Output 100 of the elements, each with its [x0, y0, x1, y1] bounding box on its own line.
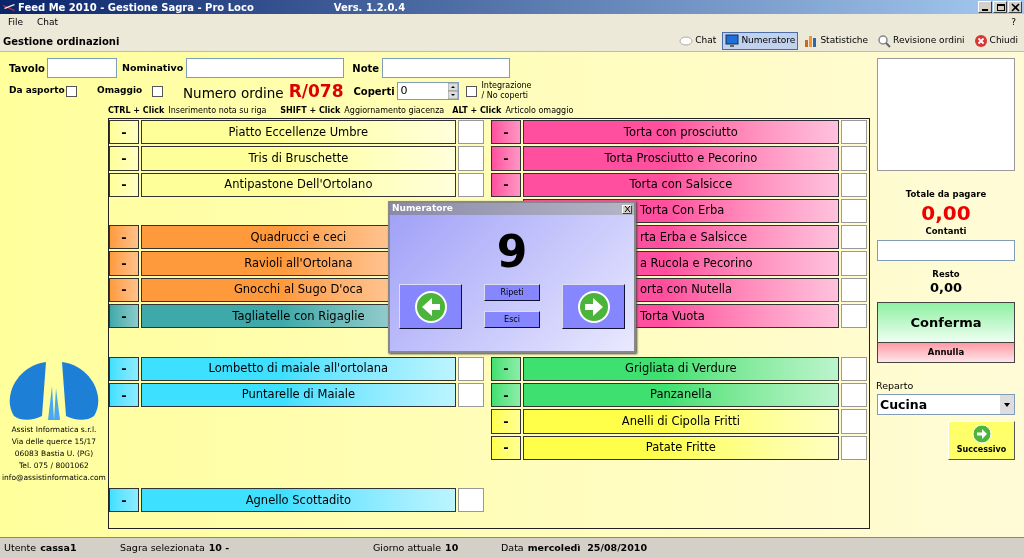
text-field[interactable]	[186, 58, 345, 78]
minimize-button[interactable]	[978, 1, 992, 13]
text-field[interactable]	[47, 58, 117, 78]
close-icon	[973, 34, 988, 48]
window-title: Feed Me 2010 - Gestione Sagra - Pro Loco	[18, 0, 254, 15]
status-label: Giorno attuale	[373, 540, 441, 555]
quantity-field[interactable]	[840, 225, 867, 250]
quantity-field[interactable]	[840, 146, 867, 171]
remove-button[interactable]: -	[490, 382, 521, 408]
remove-button[interactable]: -	[108, 488, 139, 513]
menu-item[interactable]: File	[8, 15, 24, 30]
shortcut-hint: Aggiornamento giacenza	[344, 105, 445, 117]
remove-button[interactable]: -	[490, 409, 521, 434]
toolbar-button[interactable]: Chat	[676, 32, 720, 50]
menu-item-button[interactable]: Torta con prosciutto	[522, 120, 839, 145]
quantity-field[interactable]	[457, 488, 484, 513]
menu-item-button[interactable]: Antipastone Dell'Ortolano	[140, 172, 456, 197]
toolbar-button[interactable]: Revisione ordini	[874, 32, 968, 50]
remove-button[interactable]: -	[108, 251, 139, 276]
chat-bubble-icon	[679, 34, 694, 48]
text-field[interactable]	[382, 58, 511, 78]
checkbox[interactable]	[152, 85, 163, 97]
spinner-field[interactable]: 0	[397, 82, 460, 100]
remove-button[interactable]: -	[490, 435, 521, 460]
menu-item-button[interactable]: Agnello Scottadito	[140, 488, 456, 513]
version-label: Vers. 1.2.0.4	[333, 0, 406, 15]
quantity-field[interactable]	[840, 304, 867, 329]
cash-label: Contanti	[925, 224, 967, 238]
field-label: Nominativo	[122, 60, 184, 75]
status-label: Sagra selezionata	[120, 540, 205, 555]
checkbox[interactable]	[466, 85, 478, 97]
quantity-field[interactable]	[840, 277, 867, 303]
quantity-field[interactable]	[840, 198, 867, 224]
remove-button[interactable]: -	[108, 172, 139, 197]
toolbar-button[interactable]: Numeratore	[722, 32, 799, 50]
spin-arrows-icon	[448, 83, 459, 99]
checkbox[interactable]	[66, 85, 77, 97]
cash-field[interactable]	[877, 239, 1015, 261]
remove-button[interactable]: -	[108, 304, 139, 329]
remove-button[interactable]: -	[490, 146, 521, 171]
maximize-button[interactable]	[993, 1, 1007, 13]
menu-item-button[interactable]: Grigliata di Verdure	[522, 356, 839, 381]
quantity-field[interactable]	[840, 435, 867, 460]
status-value: 10 -	[208, 540, 230, 555]
remove-button[interactable]: -	[108, 225, 139, 250]
menu-item-button[interactable]: Anelli di Cipolla Fritti	[522, 409, 839, 434]
maximize-icon	[994, 2, 1006, 12]
bar-chart-icon	[804, 34, 819, 48]
quantity-field[interactable]	[457, 356, 484, 381]
change-amount: 0,00	[929, 280, 963, 297]
menu-item-button[interactable]: Tris di Bruschette	[140, 146, 456, 171]
remove-button[interactable]: -	[490, 356, 521, 381]
menu-item-button[interactable]: Panzanella	[522, 382, 839, 408]
remove-button[interactable]: -	[108, 120, 139, 145]
help-menu[interactable]: ?	[1011, 15, 1016, 30]
department-label: Reparto	[876, 379, 914, 394]
field-label: Tavolo	[9, 61, 46, 76]
menu-item-button[interactable]: Torta con Salsicce	[522, 172, 839, 197]
section-title: Gestione ordinazioni	[3, 34, 120, 49]
exit-button[interactable]: Esci	[484, 311, 540, 328]
next-number-button[interactable]	[562, 284, 625, 329]
menu-item-button[interactable]: Patate Fritte	[522, 435, 839, 460]
change-label: Resto	[932, 267, 960, 281]
menu-item-button[interactable]: Torta Prosciutto e Pecorino	[522, 146, 839, 171]
quantity-field[interactable]	[457, 172, 484, 197]
shortcut-hint: Inserimento nota su riga	[168, 105, 268, 117]
department-select[interactable]: Cucina	[877, 393, 1015, 415]
menu-item-button[interactable]: Lombetto di maiale all'ortolana	[140, 356, 456, 381]
menu-item-button[interactable]: Piatto Eccellenze Umbre	[140, 120, 456, 145]
close-button[interactable]	[1008, 1, 1022, 13]
shortcut-key: SHIFT + Click	[280, 105, 341, 117]
dialog-close-button[interactable]	[622, 204, 632, 214]
quantity-field[interactable]	[457, 146, 484, 171]
cancel-button[interactable]: Annulla	[877, 342, 1015, 364]
remove-button[interactable]: -	[490, 172, 521, 197]
toolbar-button[interactable]: Statistiche	[801, 32, 872, 50]
quantity-field[interactable]	[457, 120, 484, 145]
menu-item[interactable]: Chat	[37, 15, 59, 30]
quantity-field[interactable]	[840, 172, 867, 197]
status-label: Data	[501, 540, 524, 555]
menu-item-button[interactable]: Puntarelle di Maiale	[140, 382, 456, 408]
quantity-field[interactable]	[457, 382, 484, 408]
shortcut-key: CTRL + Click	[108, 105, 165, 117]
confirm-button[interactable]: Conferma	[877, 302, 1015, 343]
quantity-field[interactable]	[840, 382, 867, 408]
remove-button[interactable]: -	[108, 146, 139, 171]
quantity-field[interactable]	[840, 409, 867, 434]
remove-button[interactable]: -	[108, 277, 139, 303]
arrow-right-icon	[576, 289, 611, 324]
quantity-field[interactable]	[840, 356, 867, 381]
remove-button[interactable]: -	[108, 382, 139, 408]
remove-button[interactable]: -	[108, 356, 139, 381]
remove-button[interactable]: -	[490, 120, 521, 145]
repeat-button[interactable]: Ripeti	[484, 284, 540, 301]
next-button[interactable]: Successivo	[948, 420, 1015, 460]
previous-button[interactable]	[399, 284, 462, 329]
quantity-field[interactable]	[840, 120, 867, 145]
quantity-field[interactable]	[840, 251, 867, 276]
checkbox-label: Omaggio	[97, 84, 144, 98]
toolbar-button[interactable]: Chiudi	[970, 32, 1021, 50]
